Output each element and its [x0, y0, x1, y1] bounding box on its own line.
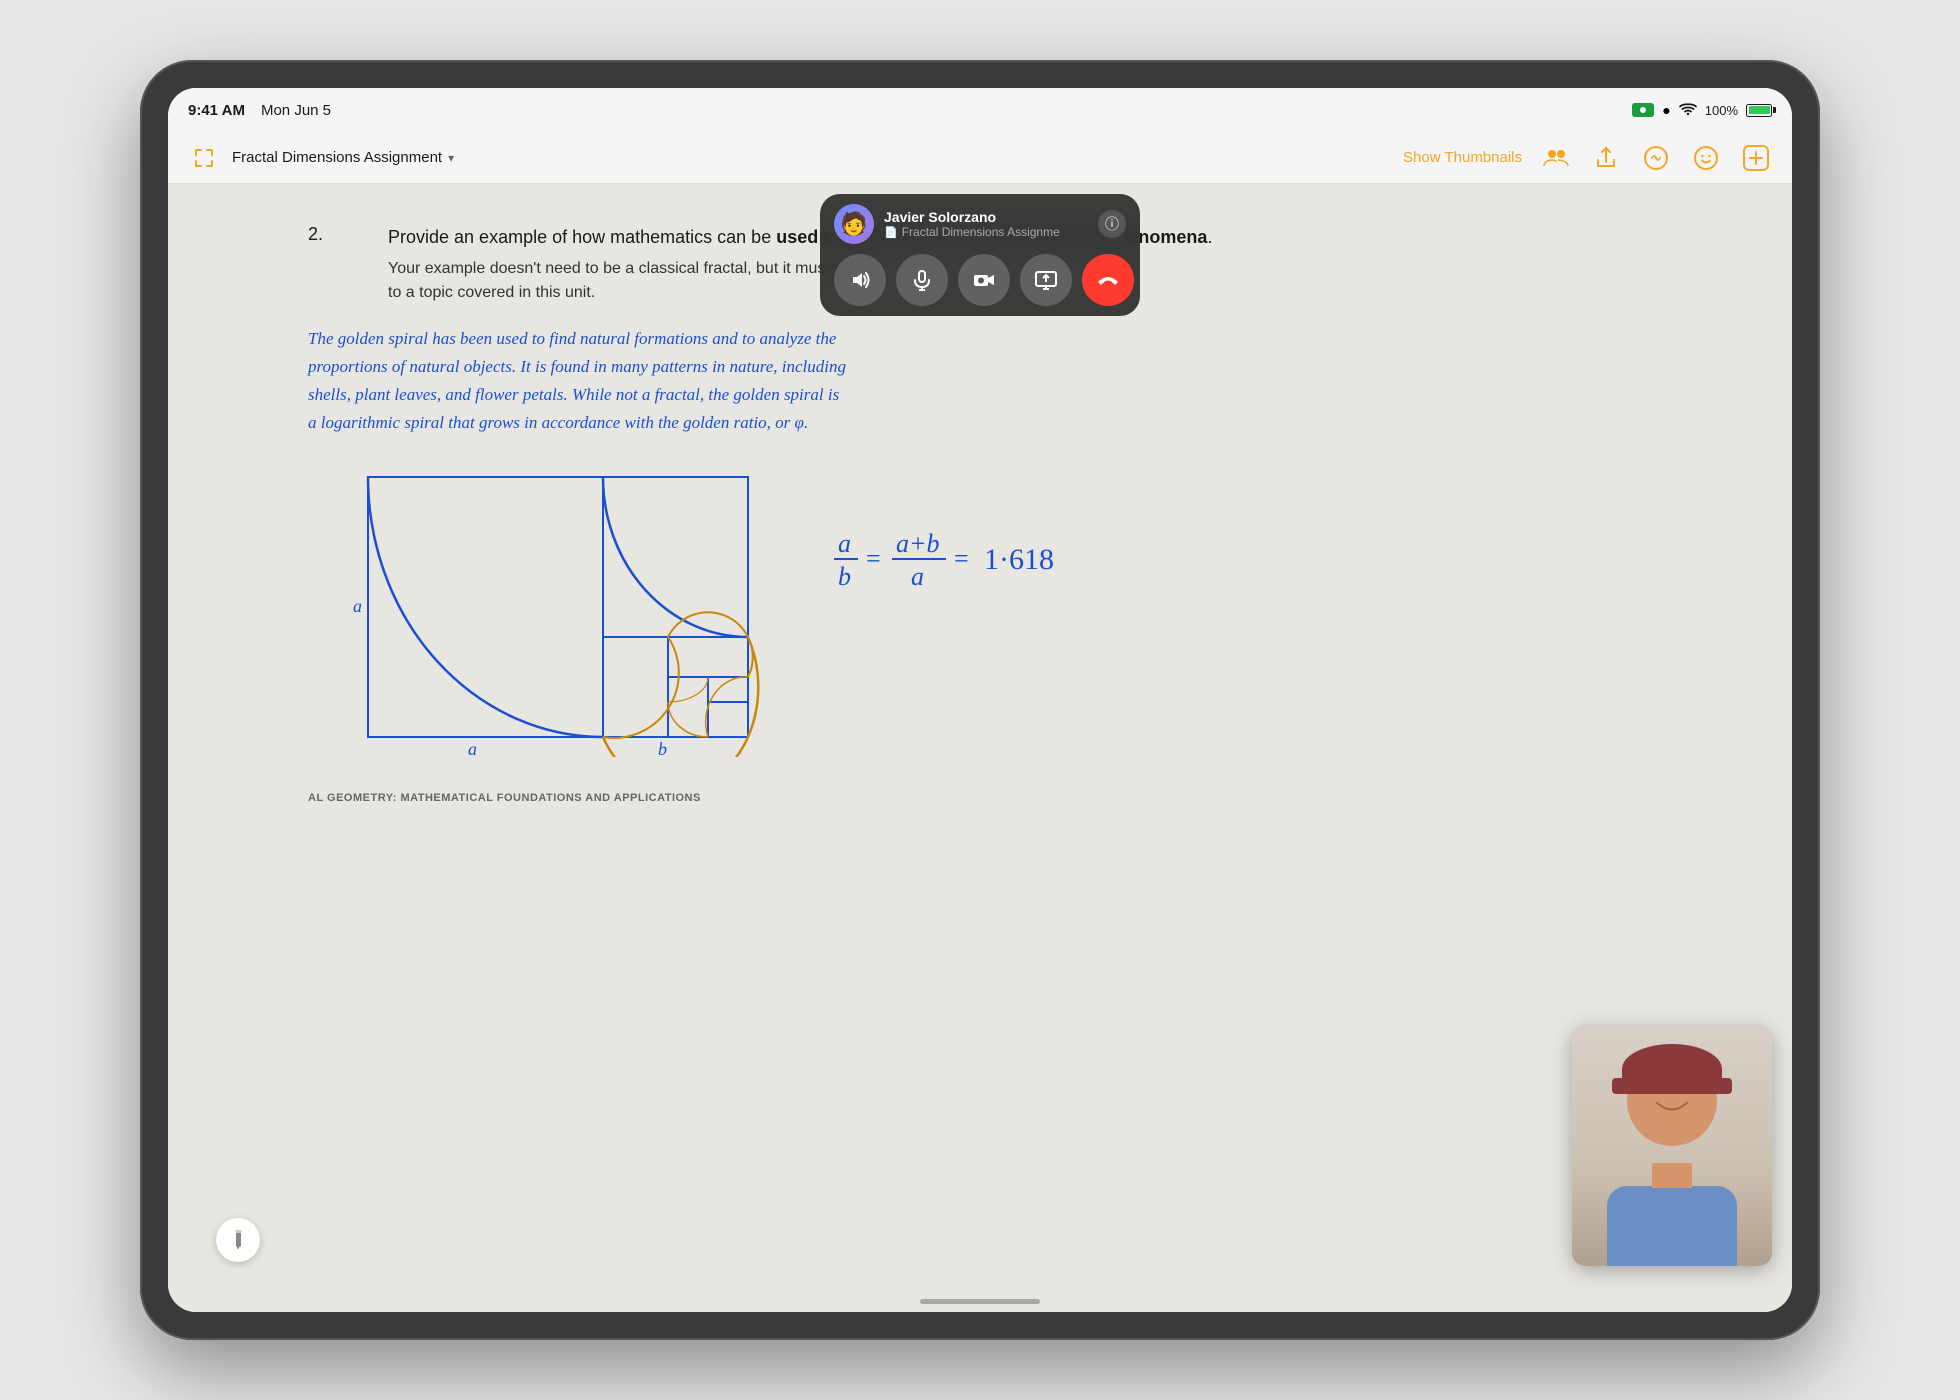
facetime-controls	[834, 254, 1126, 306]
status-time: 9:41 AM	[188, 102, 245, 119]
question-number: 2.	[308, 224, 388, 305]
pip-video[interactable]	[1572, 1026, 1772, 1266]
facetime-doc-name: 📄 Fractal Dimensions Assignme	[884, 225, 1088, 239]
facetime-mic-button[interactable]	[896, 254, 948, 306]
markup-icon	[1643, 145, 1669, 171]
more-options-button[interactable]	[1740, 142, 1772, 174]
show-thumbnails-button[interactable]: Show Thumbnails	[1403, 149, 1522, 166]
document-title-button[interactable]: Fractal Dimensions Assignment ▾	[232, 149, 454, 166]
camera-active-indicator	[1632, 103, 1654, 117]
facetime-screen-share-button[interactable]	[1020, 254, 1072, 306]
golden-ratio-formula: a b = a+b a = 1·618	[828, 457, 1108, 597]
ipad-device: 9:41 AM Mon Jun 5 ● 100%	[140, 60, 1820, 1340]
facetime-camera-button[interactable]	[958, 254, 1010, 306]
pip-person-view	[1572, 1026, 1772, 1266]
status-bar: 9:41 AM Mon Jun 5 ● 100%	[168, 88, 1792, 132]
battery-icon	[1746, 104, 1772, 117]
svg-text:a: a	[838, 529, 851, 558]
svg-text:b: b	[658, 739, 667, 757]
pencil-tool-button[interactable]	[216, 1218, 260, 1262]
content-area: 2. Provide an example of how mathematics…	[168, 184, 1792, 1312]
comment-button[interactable]	[1690, 142, 1722, 174]
svg-text:=: =	[866, 544, 881, 573]
svg-text:b: b	[838, 562, 851, 591]
facetime-overlay: 🧑 Javier Solorzano 📄 Fractal Dimensions …	[820, 194, 1140, 316]
home-indicator	[920, 1299, 1040, 1304]
collapse-icon	[193, 147, 215, 169]
svg-text:1·618: 1·618	[984, 543, 1054, 576]
person-body	[1607, 1186, 1737, 1266]
facetime-speaker-button[interactable]	[834, 254, 886, 306]
facetime-info-button[interactable]: ⓘ	[1098, 210, 1126, 238]
share-button[interactable]	[1590, 142, 1622, 174]
caller-info: Javier Solorzano 📄 Fractal Dimensions As…	[884, 209, 1088, 239]
wifi-signal-icon	[1679, 103, 1697, 117]
svg-text:a+b: a+b	[896, 529, 940, 558]
document-content: 2. Provide an example of how mathematics…	[168, 184, 1792, 1312]
ipad-screen: 9:41 AM Mon Jun 5 ● 100%	[168, 88, 1792, 1312]
svg-text:a: a	[353, 596, 362, 616]
share-icon	[1594, 146, 1618, 170]
caller-name: Javier Solorzano	[884, 209, 1088, 225]
markup-button[interactable]	[1640, 142, 1672, 174]
person-hat-brim	[1612, 1078, 1732, 1094]
collaborate-icon	[1542, 144, 1570, 172]
wifi-icon: ●	[1662, 102, 1670, 118]
person-neck	[1652, 1163, 1692, 1188]
svg-text:a: a	[468, 739, 477, 757]
caller-avatar: 🧑	[834, 204, 874, 244]
document-footer: AL GEOMETRY: MATHEMATICAL FOUNDATIONS AN…	[308, 792, 1712, 804]
facetime-end-call-button[interactable]	[1082, 254, 1134, 306]
emoji-icon	[1693, 145, 1719, 171]
facetime-caller-row: 🧑 Javier Solorzano 📄 Fractal Dimensions …	[834, 204, 1126, 244]
svg-text:=: =	[954, 544, 969, 573]
chevron-down-icon: ▾	[448, 151, 454, 165]
battery-percent: 100%	[1705, 103, 1738, 118]
toolbar: Fractal Dimensions Assignment ▾ Show Thu…	[168, 132, 1792, 184]
golden-spiral-diagram: a a b	[348, 457, 768, 762]
more-icon	[1743, 145, 1769, 171]
svg-text:a: a	[911, 562, 924, 591]
document-title-text: Fractal Dimensions Assignment	[232, 149, 442, 166]
collaborate-button[interactable]	[1540, 142, 1572, 174]
collapse-button[interactable]	[188, 142, 220, 174]
status-date: Mon Jun 5	[261, 102, 331, 119]
handwritten-answer: The golden spiral has been used to find …	[308, 325, 1712, 437]
